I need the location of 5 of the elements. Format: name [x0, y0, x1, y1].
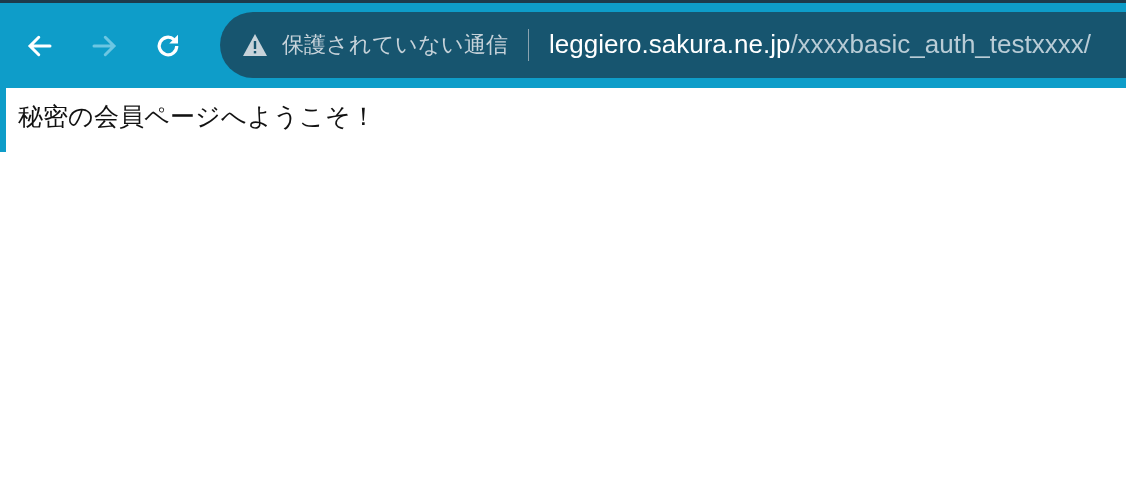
url-text: leggiero.sakura.ne.jp/xxxxbasic_auth_testxxxx/ [549, 29, 1091, 60]
security-label[interactable]: 保護されていない通信 [282, 29, 508, 60]
address-bar[interactable]: 保護されていない通信 leggiero.sakura.ne.jp/xxxxbasic_auth_testxxxx/ [220, 11, 1126, 78]
warning-icon [242, 32, 268, 57]
page-heading: 秘密の会員ページへようこそ！ [18, 101, 376, 133]
